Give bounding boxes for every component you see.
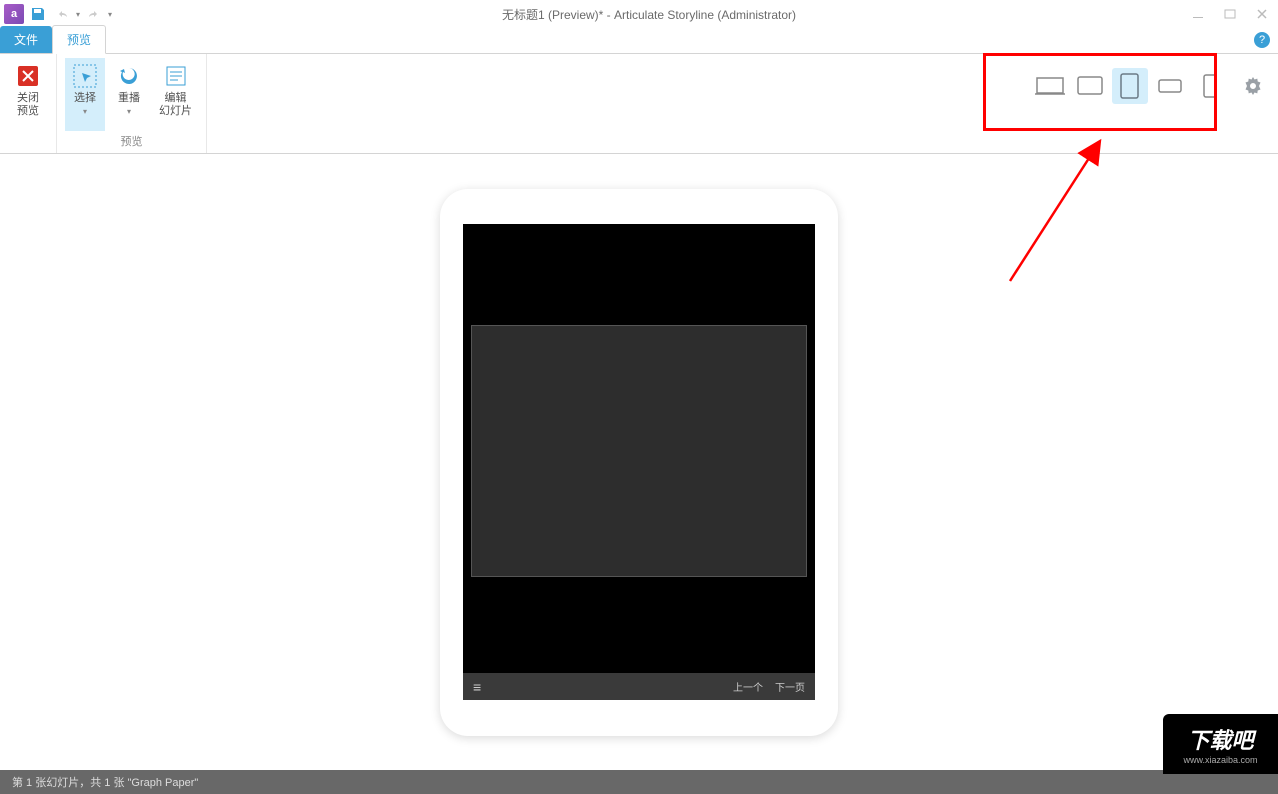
- ribbon-group-close-label: [26, 137, 29, 149]
- desktop-icon: [1035, 75, 1065, 97]
- prev-button[interactable]: 上一个: [733, 679, 763, 694]
- next-button[interactable]: 下一页: [775, 679, 805, 694]
- select-dropdown-icon: ▾: [83, 107, 87, 116]
- undo-button[interactable]: [52, 4, 72, 24]
- gear-icon: [1244, 77, 1262, 95]
- annotation-arrow: [980, 131, 1130, 291]
- device-frame: ≡ 上一个 下一页: [440, 189, 838, 736]
- select-icon: [71, 62, 99, 90]
- close-preview-button[interactable]: 关闭预览: [8, 58, 48, 135]
- tab-preview[interactable]: 预览: [52, 25, 106, 54]
- minimize-button[interactable]: [1186, 4, 1210, 24]
- close-icon: [14, 62, 42, 90]
- ribbon-group-close: 关闭预览: [0, 54, 57, 153]
- replay-dropdown-icon: ▾: [127, 107, 131, 116]
- player-nav: 上一个 下一页: [733, 679, 805, 694]
- ribbon-group-preview: 选择 ▾ 重播 ▾ 编辑幻灯片 预览: [57, 54, 207, 153]
- window-title: 无标题1 (Preview)* - Articulate Storyline (…: [112, 6, 1186, 23]
- watermark-sub: www.xiazaiba.com: [1183, 755, 1257, 765]
- phone-portrait-icon: [1203, 74, 1217, 98]
- tab-file[interactable]: 文件: [0, 26, 52, 53]
- device-tablet-landscape-button[interactable]: [1072, 68, 1108, 104]
- close-preview-label: 关闭预览: [17, 92, 39, 118]
- device-tablet-portrait-button[interactable]: [1112, 68, 1148, 104]
- replay-label: 重播: [118, 92, 140, 105]
- edit-slide-label: 编辑幻灯片: [159, 92, 192, 118]
- device-toolbar: [1032, 68, 1264, 104]
- device-phone-portrait-button[interactable]: [1192, 68, 1228, 104]
- statusbar: 第 1 张幻灯片，共 1 张 "Graph Paper": [0, 770, 1278, 794]
- maximize-button[interactable]: [1218, 4, 1242, 24]
- watermark-main: 下载吧: [1187, 723, 1253, 755]
- player-menu-button[interactable]: ≡: [473, 679, 481, 695]
- close-button[interactable]: [1250, 4, 1274, 24]
- device-phone-landscape-button[interactable]: [1152, 68, 1188, 104]
- tablet-portrait-icon: [1120, 73, 1140, 99]
- ribbon-group-preview-label: 预览: [121, 133, 143, 149]
- device-screen: ≡ 上一个 下一页: [463, 224, 815, 700]
- edit-slide-icon: [162, 62, 190, 90]
- phone-landscape-icon: [1158, 79, 1182, 93]
- player-bar: ≡ 上一个 下一页: [463, 673, 815, 700]
- device-desktop-button[interactable]: [1032, 68, 1068, 104]
- slide-content: [471, 325, 807, 577]
- ribbon: 关闭预览 选择 ▾ 重播 ▾: [0, 54, 1278, 154]
- quick-access-toolbar: a ▾ ▾: [4, 4, 112, 24]
- titlebar: a ▾ ▾ 无标题1 (Preview)* - Articulate Story…: [0, 0, 1278, 28]
- tablet-landscape-icon: [1077, 76, 1103, 96]
- preview-canvas: ≡ 上一个 下一页: [0, 154, 1278, 770]
- help-button[interactable]: ?: [1254, 32, 1270, 48]
- edit-slide-button[interactable]: 编辑幻灯片: [153, 58, 198, 131]
- select-button[interactable]: 选择 ▾: [65, 58, 105, 131]
- ribbon-tabs: 文件 预览 ?: [0, 28, 1278, 54]
- settings-button[interactable]: [1242, 75, 1264, 97]
- replay-icon: [115, 62, 143, 90]
- statusbar-text: 第 1 张幻灯片，共 1 张 "Graph Paper": [12, 774, 198, 790]
- undo-dropdown[interactable]: ▾: [76, 10, 80, 19]
- replay-button[interactable]: 重播 ▾: [109, 58, 149, 131]
- redo-button[interactable]: [84, 4, 104, 24]
- window-controls: [1186, 4, 1274, 24]
- watermark: 下载吧 www.xiazaiba.com: [1163, 714, 1278, 774]
- save-button[interactable]: [28, 4, 48, 24]
- select-label: 选择: [74, 92, 96, 105]
- app-icon: a: [4, 4, 24, 24]
